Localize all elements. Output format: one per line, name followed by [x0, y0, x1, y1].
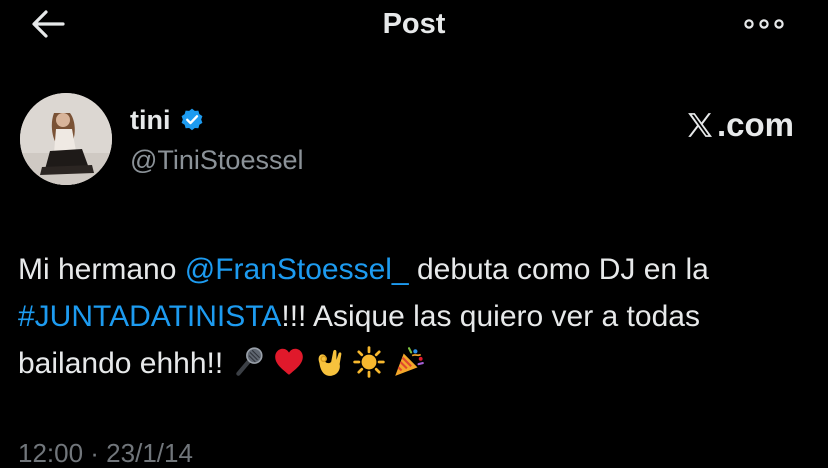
- watermark-text: .com: [716, 106, 794, 143]
- tweet-text: Mi hermano @FranStoessel_ debuta como DJ…: [18, 246, 808, 387]
- profile-photo: [20, 93, 112, 185]
- author-name-row[interactable]: tini: [130, 103, 205, 137]
- sun-icon: [352, 346, 385, 378]
- party-popper-icon: [394, 347, 424, 376]
- display-name: tini: [130, 104, 171, 135]
- more-options-button[interactable]: [740, 8, 788, 40]
- microphone-icon: [235, 347, 263, 376]
- red-heart-icon: [274, 348, 303, 375]
- page-title: Post: [382, 8, 446, 40]
- hashtag-link[interactable]: #JUNTADATINISTA: [18, 300, 281, 333]
- post-timestamp[interactable]: 12:00 · 23/1/14: [18, 436, 193, 468]
- verified-badge-icon: [181, 108, 202, 131]
- avatar[interactable]: [20, 93, 112, 185]
- ok-hand-icon: [318, 349, 341, 376]
- x-logo-icon: [688, 113, 712, 137]
- mention-link[interactable]: @FranStoessel_: [185, 253, 409, 286]
- top-bar: Post: [0, 0, 828, 50]
- tweet-text-part1: Mi hermano: [18, 253, 185, 286]
- x-com-watermark: .com: [685, 105, 794, 145]
- tweet-text-part2: debuta como DJ en la: [408, 253, 709, 286]
- more-horizontal-icon: [744, 19, 784, 29]
- author-handle[interactable]: @TiniStoessel: [130, 143, 303, 177]
